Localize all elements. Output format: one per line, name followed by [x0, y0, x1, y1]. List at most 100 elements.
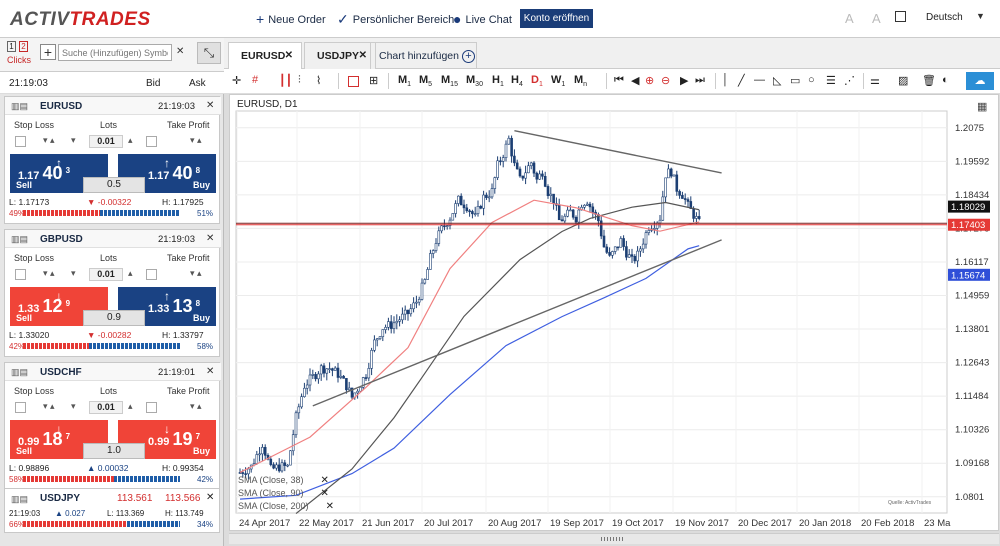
candle [622, 238, 625, 247]
bar-chart-icon[interactable]: ⫶ [298, 74, 301, 87]
chart-icon[interactable]: ▥▤ [11, 234, 28, 245]
trash-icon[interactable]: 🗑 [922, 74, 936, 87]
stop-loss-checkbox[interactable] [15, 136, 26, 147]
live-chat-button[interactable]: ● Live Chat [453, 11, 512, 27]
tab-usdjpy[interactable]: USDJPY ✕ [304, 42, 376, 69]
triangle-icon[interactable]: ◺ [773, 74, 781, 87]
chart-icon[interactable]: ▥▤ [11, 494, 28, 505]
open-account-button[interactable]: Konto eröffnen [520, 9, 593, 28]
scroll-left-icon[interactable]: ◀ [631, 74, 639, 87]
close-tab-icon[interactable]: ✕ [359, 43, 367, 69]
indicators-icon[interactable]: ⚌ [870, 74, 880, 87]
font-increase-icon[interactable]: A [872, 11, 881, 26]
timeframe-m5[interactable]: M5 [419, 74, 432, 88]
window-popout-icon[interactable] [895, 11, 906, 22]
stop-loss-stepper[interactable]: ▾ ▴ [43, 401, 67, 414]
symbol-search-input[interactable] [58, 44, 172, 61]
pair-card-usdchf[interactable]: ▥▤ USDCHF 21:19:01 ✕ Stop Loss Lots Take… [4, 362, 221, 490]
stop-loss-stepper[interactable]: ▾ ▴ [43, 135, 67, 148]
image-export-icon[interactable]: ▨ [898, 74, 908, 87]
trendline-icon[interactable]: ╱ [738, 74, 745, 87]
candle [291, 434, 295, 452]
close-tab-icon[interactable]: ✕ [285, 43, 293, 69]
timeframe-mn[interactable]: Mn [574, 74, 587, 88]
vertical-line-icon[interactable]: │ [722, 74, 729, 86]
timeframe-m1[interactable]: M1 [398, 74, 411, 88]
close-icon[interactable]: ✕ [206, 100, 214, 111]
stop-loss-stepper[interactable]: ▾ ▴ [43, 268, 67, 281]
color-theme-icon[interactable]: ◐ [942, 74, 949, 86]
fibonacci-icon[interactable]: ☰ [826, 74, 836, 87]
lots-input[interactable]: 0.01 [89, 401, 123, 414]
chevron-down-icon[interactable]: ▼ [976, 11, 985, 21]
scroll-grip[interactable] [601, 537, 623, 541]
one-click-toggle[interactable]: 1 [7, 41, 16, 52]
font-decrease-icon[interactable]: A [845, 11, 854, 26]
zoom-in-icon[interactable]: ⊕ [645, 74, 654, 87]
bid-price[interactable]: 113.561 [117, 493, 152, 504]
line-chart-icon[interactable]: ⌇ [316, 74, 321, 87]
chart-icon[interactable]: ▥▤ [11, 367, 28, 378]
timeframe-d1[interactable]: D1 [531, 74, 543, 88]
candlestick-icon[interactable]: ┃┃ [279, 74, 292, 87]
close-icon[interactable]: ✕ [206, 492, 214, 503]
zoom-out-icon[interactable]: ⊖ [661, 74, 670, 87]
chart-panel[interactable]: 1.20751.195921.184341.172761.161171.1495… [229, 94, 999, 531]
close-icon[interactable]: ✕ [206, 366, 214, 377]
remove-indicator-icon[interactable]: ✕ [321, 475, 329, 486]
timeframe-m30[interactable]: M30 [466, 74, 483, 88]
candle [328, 368, 331, 370]
lots-label: Lots [100, 253, 118, 263]
remove-indicator-icon[interactable]: ✕ [326, 501, 334, 512]
timeframe-w1[interactable]: W1 [551, 74, 565, 88]
add-chart-tab[interactable]: Chart hinzufügen + [370, 42, 477, 69]
add-symbol-icon[interactable]: + [40, 44, 56, 60]
two-click-toggle[interactable]: 2 [19, 41, 28, 52]
layout-grid-icon[interactable]: ▦ [977, 100, 987, 113]
timeframe-h4[interactable]: H4 [511, 74, 523, 88]
rectangle-icon[interactable]: ▭ [790, 74, 800, 87]
stop-loss-checkbox[interactable] [15, 402, 26, 413]
ellipse-icon[interactable]: ○ [808, 74, 815, 86]
tab-eurusd[interactable]: EURUSD ✕ [228, 42, 302, 69]
timeframe-m15[interactable]: M15 [441, 74, 458, 88]
chart-type-cloud-icon[interactable]: ☁ [966, 72, 994, 90]
ask-price[interactable]: 113.566 [165, 493, 200, 504]
drag-order-icon[interactable]: ⤡ [197, 42, 221, 64]
take-profit-stepper[interactable]: ▾ ▴ [190, 135, 214, 148]
crosshair-icon[interactable]: ✛ [232, 74, 241, 87]
clear-search-icon[interactable]: ✕ [176, 46, 184, 57]
skip-start-icon[interactable]: ⏮ [614, 74, 624, 87]
grid-toggle-icon[interactable]: # [252, 74, 258, 86]
pair-card-gbpusd[interactable]: ▥▤ GBPUSD 21:19:03 ✕ Stop Loss Lots Take… [4, 229, 221, 357]
personal-area-button[interactable]: ✓ Persönlicher Bereich [337, 11, 454, 28]
horizontal-line-icon[interactable]: — [754, 74, 765, 86]
new-order-button[interactable]: + Neue Order [256, 11, 326, 27]
timeframe-h1[interactable]: H1 [492, 74, 504, 88]
layout-icon[interactable]: ⊞ [369, 74, 378, 87]
buy-percent: 42% [197, 475, 214, 484]
high-value: H: 1.33797 [162, 330, 204, 340]
take-profit-checkbox[interactable] [146, 269, 157, 280]
stop-loss-checkbox[interactable] [15, 269, 26, 280]
lots-input[interactable]: 0.01 [89, 268, 123, 281]
sell-label: Sell [16, 313, 33, 323]
take-profit-checkbox[interactable] [146, 136, 157, 147]
pair-card-eurusd[interactable]: ▥▤ EURUSD 21:19:03 ✕ Stop Loss Lots Take… [4, 96, 221, 224]
take-profit-stepper[interactable]: ▾ ▴ [190, 268, 214, 281]
scroll-right-icon[interactable]: ▶ [680, 74, 688, 87]
remove-indicator-icon[interactable]: ✕ [321, 488, 329, 499]
skip-end-icon[interactable]: ⏭ [695, 74, 705, 87]
chart-icon[interactable]: ▥▤ [11, 101, 28, 112]
channel-icon[interactable]: ⋰ [844, 74, 855, 87]
price-chart[interactable]: 1.20751.195921.184341.172761.161171.1495… [230, 95, 1000, 532]
language-selector[interactable]: Deutsch [926, 12, 963, 23]
close-icon[interactable]: ✕ [206, 233, 214, 244]
take-profit-checkbox[interactable] [146, 402, 157, 413]
pair-card-usdjpy[interactable]: ▥▤ USDJPY 113.561 113.566 ✕ 21:19:03 ▲ 0… [4, 488, 220, 533]
chart-scrollbar[interactable] [229, 533, 999, 544]
take-profit-stepper[interactable]: ▾ ▴ [190, 401, 214, 414]
square-icon[interactable] [348, 76, 359, 87]
lots-input[interactable]: 0.01 [89, 135, 123, 148]
pair-header: ▥▤ USDCHF 21:19:01 ✕ [5, 363, 221, 381]
